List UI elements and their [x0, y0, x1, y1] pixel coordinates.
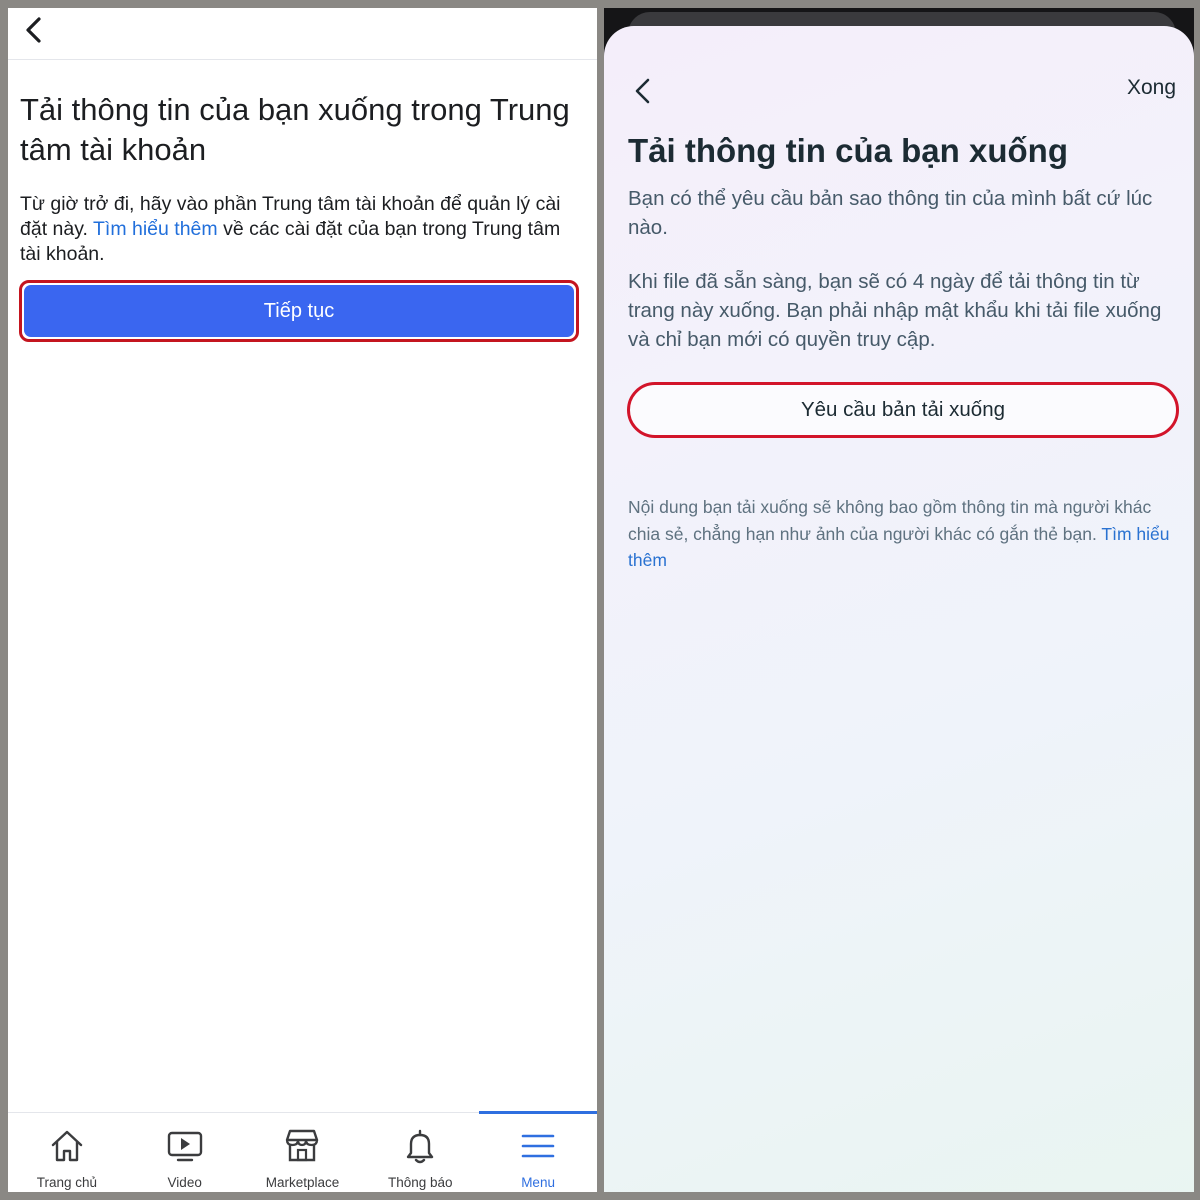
tab-label: Thông báo [388, 1175, 453, 1190]
request-download-button[interactable]: Yêu cầu bản tải xuống [627, 382, 1179, 438]
chevron-left-icon [635, 78, 650, 104]
back-button[interactable] [630, 74, 656, 108]
continue-button-label: Tiếp tục [24, 285, 574, 337]
video-icon [167, 1131, 202, 1162]
download-sheet: Xong Tải thông tin của bạn xuống Bạn có … [604, 26, 1194, 1192]
page-title: Tải thông tin của bạn xuống trong Trung … [20, 92, 570, 167]
description: Từ giờ trở đi, hãy vào phần Trung tâm tà… [20, 192, 580, 267]
right-panel: Xong Tải thông tin của bạn xuống Bạn có … [604, 8, 1194, 1192]
chevron-left-icon [26, 17, 41, 43]
tab-menu[interactable]: Menu [479, 1111, 597, 1192]
note-paragraph: Nội dung bạn tải xuống sẽ không bao gồm … [628, 494, 1178, 574]
home-icon [51, 1130, 83, 1162]
done-button[interactable]: Xong [1127, 76, 1176, 100]
intro-paragraph: Bạn có thể yêu cầu bản sao thông tin của… [628, 187, 1153, 239]
note-text: Nội dung bạn tải xuống sẽ không bao gồm … [628, 497, 1152, 544]
learn-more-link[interactable]: Tìm hiểu thêm [93, 218, 218, 240]
menu-icon [521, 1134, 555, 1158]
tab-home[interactable]: Trang chủ [8, 1113, 126, 1192]
tab-label: Marketplace [265, 1175, 340, 1190]
continue-button[interactable]: Tiếp tục [19, 280, 579, 342]
bottom-tab-bar: Trang chủ Video Marketplace Thông báo Me… [8, 1111, 597, 1192]
bell-icon [407, 1129, 434, 1164]
tab-notifications[interactable]: Thông báo [361, 1113, 479, 1192]
page-title: Tải thông tin của bạn xuống [628, 132, 1068, 169]
tab-label: Menu [521, 1175, 555, 1190]
tab-marketplace[interactable]: Marketplace [244, 1113, 362, 1192]
info-paragraph: Khi file đã sẵn sàng, bạn sẽ có 4 ngày đ… [628, 270, 1162, 351]
left-panel: Tải thông tin của bạn xuống trong Trung … [8, 8, 597, 1192]
top-bar [8, 8, 597, 60]
tab-label: Trang chủ [36, 1175, 98, 1190]
back-button[interactable] [20, 14, 48, 46]
marketplace-icon [286, 1129, 319, 1162]
tab-label: Video [167, 1175, 202, 1190]
tab-video[interactable]: Video [126, 1113, 244, 1192]
